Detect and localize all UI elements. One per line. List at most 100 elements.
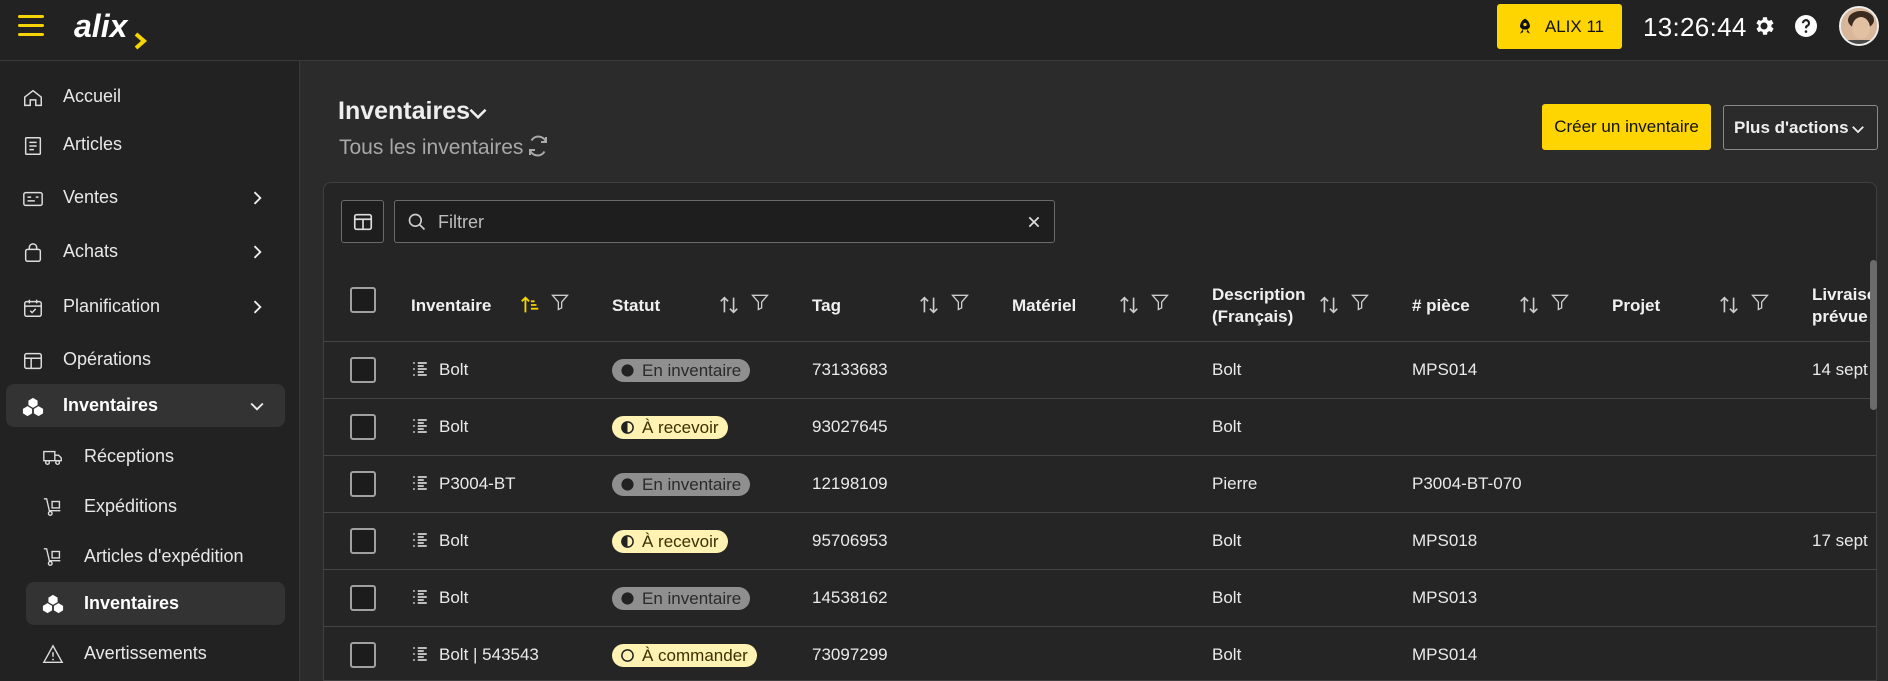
sort-icon[interactable] bbox=[918, 294, 940, 316]
list-icon bbox=[413, 647, 427, 661]
filter-input[interactable]: Filtrer bbox=[394, 200, 1055, 243]
column-header-tag[interactable]: Tag bbox=[812, 270, 841, 342]
filter-icon[interactable] bbox=[750, 292, 770, 312]
column-header-projet[interactable]: Projet bbox=[1612, 270, 1660, 342]
avatar[interactable] bbox=[1839, 6, 1879, 46]
chevron-down-icon[interactable] bbox=[465, 100, 491, 126]
sidebar-item-label: Ventes bbox=[63, 187, 119, 207]
columns-toggle-button[interactable] bbox=[341, 200, 384, 243]
status-badge: À commander bbox=[612, 644, 757, 667]
cell-tag: 12198109 bbox=[812, 474, 888, 493]
sort-icon[interactable] bbox=[1118, 294, 1140, 316]
sidebar-item-articles[interactable]: Articles bbox=[6, 123, 285, 166]
row-checkbox[interactable] bbox=[350, 357, 376, 383]
menu-icon[interactable] bbox=[18, 15, 44, 37]
help-icon[interactable] bbox=[1794, 14, 1818, 38]
filter-icon[interactable] bbox=[1150, 292, 1170, 312]
column-header-description[interactable]: Description (Français) bbox=[1212, 270, 1306, 342]
column-header-materiel[interactable]: Matériel bbox=[1012, 270, 1076, 342]
table-row[interactable]: Bolt À recevoir 95706953 Bolt MPS018 17 … bbox=[323, 513, 1877, 570]
sidebar-item-label: Expéditions bbox=[84, 496, 178, 516]
select-all-checkbox[interactable] bbox=[350, 287, 376, 313]
sidebar-item-expeditions[interactable]: Expéditions bbox=[26, 485, 285, 528]
table-row[interactable]: Bolt En inventaire 73133683 Bolt MPS014 … bbox=[323, 342, 1877, 399]
cell-inventaire: P3004-BT bbox=[439, 474, 516, 493]
refresh-icon[interactable] bbox=[526, 134, 550, 158]
filter-icon[interactable] bbox=[1750, 292, 1770, 312]
chevron-right-icon bbox=[253, 191, 262, 205]
sort-asc-icon[interactable] bbox=[519, 294, 541, 316]
filter-icon[interactable] bbox=[1350, 292, 1370, 312]
sidebar-item-operations[interactable]: Opérations bbox=[6, 338, 285, 381]
cell-inventaire: Bolt bbox=[439, 588, 469, 607]
filter-icon[interactable] bbox=[950, 292, 970, 312]
sidebar-item-ventes[interactable]: Ventes bbox=[6, 176, 285, 219]
cell-description: Bolt bbox=[1212, 645, 1242, 664]
sidebar-item-label: Inventaires bbox=[84, 593, 180, 613]
table-row[interactable]: Bolt | 543543 À commander 73097299 Bolt … bbox=[323, 627, 1877, 681]
more-actions-button[interactable]: Plus d'actions bbox=[1723, 105, 1878, 150]
sidebar-item-label: Accueil bbox=[63, 86, 122, 106]
filter-icon[interactable] bbox=[550, 292, 570, 312]
table-row[interactable]: Bolt En inventaire 14538162 Bolt MPS013 bbox=[323, 570, 1877, 627]
column-header-livraison[interactable]: Livraisonprévue bbox=[1812, 270, 1870, 342]
cell-piece: MPS018 bbox=[1412, 531, 1478, 550]
sidebar-item-accueil[interactable]: Accueil bbox=[6, 75, 285, 118]
vertical-scrollbar[interactable] bbox=[1870, 260, 1877, 410]
cubes-icon bbox=[42, 594, 64, 614]
sidebar-item-planification[interactable]: Planification bbox=[6, 285, 285, 328]
column-header-statut[interactable]: Statut bbox=[612, 270, 660, 342]
chevron-right-icon bbox=[253, 300, 262, 314]
calendar-icon bbox=[24, 299, 42, 317]
sidebar-item-label: Inventaires bbox=[63, 395, 159, 415]
cell-inventaire: Bolt bbox=[439, 417, 469, 436]
table-row[interactable]: P3004-BT En inventaire 12198109 Pierre P… bbox=[323, 456, 1877, 513]
cell-tag: 73097299 bbox=[812, 645, 888, 664]
more-actions-label: Plus d'actions bbox=[1734, 117, 1849, 137]
create-inventory-button[interactable]: Créer un inventaire bbox=[1542, 104, 1711, 150]
row-checkbox[interactable] bbox=[350, 414, 376, 440]
layout-icon bbox=[24, 352, 42, 370]
page-title: Inventaires bbox=[338, 97, 471, 125]
status-dot-full-icon bbox=[621, 364, 634, 377]
page-subtitle: Tous les inventaires bbox=[339, 136, 524, 159]
sidebar-item-label: Articles d'expédition bbox=[84, 546, 244, 566]
alix-logo[interactable]: alix bbox=[74, 6, 154, 50]
sidebar: Accueil Articles Ventes Achats Planifica… bbox=[0, 61, 300, 681]
column-header-inventaire[interactable]: Inventaire bbox=[411, 270, 491, 342]
sidebar-item-achats[interactable]: Achats bbox=[6, 230, 285, 273]
sort-icon[interactable] bbox=[718, 294, 740, 316]
table-header: Inventaire Statut Tag Matériel Descripti… bbox=[323, 270, 1877, 342]
sort-icon[interactable] bbox=[1318, 294, 1340, 316]
row-checkbox[interactable] bbox=[350, 642, 376, 668]
cell-inventaire: Bolt bbox=[439, 360, 469, 379]
row-checkbox[interactable] bbox=[350, 471, 376, 497]
cell-piece: MPS014 bbox=[1412, 645, 1478, 664]
row-checkbox[interactable] bbox=[350, 528, 376, 554]
sort-icon[interactable] bbox=[1718, 294, 1740, 316]
sidebar-item-receptions[interactable]: Réceptions bbox=[26, 435, 285, 478]
cell-tag: 93027645 bbox=[812, 417, 888, 436]
card-icon bbox=[23, 191, 43, 207]
warning-icon bbox=[42, 644, 64, 663]
cubes-icon bbox=[22, 397, 44, 417]
sidebar-item-inventaires-sub[interactable]: Inventaires bbox=[26, 582, 285, 625]
row-checkbox[interactable] bbox=[350, 585, 376, 611]
version-button[interactable]: ALIX 11 bbox=[1497, 4, 1622, 49]
column-header-piece[interactable]: # pièce bbox=[1412, 270, 1470, 342]
home-icon bbox=[24, 89, 42, 107]
sort-icon[interactable] bbox=[1518, 294, 1540, 316]
filter-icon[interactable] bbox=[1550, 292, 1570, 312]
cell-livraison: 14 sept bbox=[1812, 360, 1868, 379]
gear-icon[interactable] bbox=[1752, 14, 1776, 38]
sidebar-item-articles-expedition[interactable]: Articles d'expédition bbox=[26, 535, 285, 578]
table-row[interactable]: Bolt À recevoir 93027645 Bolt bbox=[323, 399, 1877, 456]
sidebar-item-avertissements[interactable]: Avertissements bbox=[26, 632, 285, 675]
status-dot-half-icon bbox=[621, 535, 634, 548]
cell-piece: MPS014 bbox=[1412, 360, 1478, 379]
list-icon bbox=[413, 419, 427, 433]
sidebar-item-inventaires[interactable]: Inventaires bbox=[6, 384, 285, 427]
status-dot-full-icon bbox=[621, 478, 634, 491]
sidebar-item-label: Achats bbox=[63, 241, 119, 261]
close-icon[interactable] bbox=[1026, 214, 1042, 230]
